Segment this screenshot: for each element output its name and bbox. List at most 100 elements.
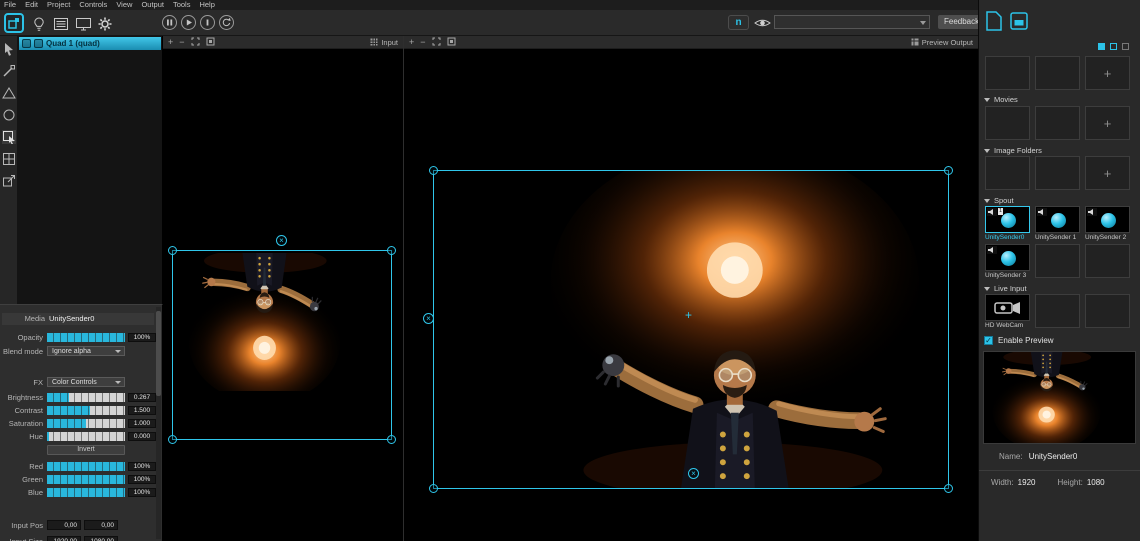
red-slider[interactable]	[47, 462, 125, 471]
green-value[interactable]: 100%	[128, 475, 156, 484]
list-view-toggle[interactable]	[1110, 43, 1117, 50]
play-button[interactable]	[181, 15, 196, 30]
preset-dropdown[interactable]	[774, 15, 930, 29]
select-tool-icon[interactable]	[2, 42, 16, 56]
quad-handle-top-right[interactable]	[387, 246, 396, 255]
layer-visibility-icon[interactable]	[22, 39, 31, 48]
menu-tools[interactable]: Tools	[173, 0, 200, 10]
blue-value[interactable]: 100%	[128, 488, 156, 497]
menu-edit[interactable]: Edit	[25, 0, 47, 10]
menu-help[interactable]: Help	[199, 0, 223, 10]
pen-tool-icon[interactable]	[2, 64, 16, 78]
detail-view-toggle[interactable]	[1122, 43, 1129, 50]
quad-edge-handle-icon[interactable]: ×	[688, 468, 699, 479]
media-slot[interactable]	[985, 56, 1030, 90]
export-tool-icon[interactable]	[2, 174, 16, 188]
hue-value[interactable]: 0.000	[128, 432, 156, 441]
media-tab-icon[interactable]	[986, 11, 1002, 36]
grid-view-toggle[interactable]	[1098, 43, 1105, 50]
input-selection-quad[interactable]: ×	[172, 250, 392, 440]
media-slot[interactable]	[1085, 244, 1130, 278]
pause-button[interactable]	[162, 15, 177, 30]
media-slot[interactable]	[985, 106, 1030, 140]
triangle-tool-icon[interactable]	[2, 86, 16, 100]
saturation-value[interactable]: 1.000	[128, 419, 156, 428]
blue-slider[interactable]	[47, 488, 125, 497]
layer-item-quad1[interactable]: Quad 1 (quad)	[19, 37, 161, 50]
stop-button[interactable]	[200, 15, 215, 30]
display-icon[interactable]	[75, 17, 91, 31]
quad-handle-top-left[interactable]	[429, 166, 438, 175]
ndi-button[interactable]: n	[728, 15, 749, 30]
section-spout[interactable]: Spout	[979, 196, 1140, 205]
menu-output[interactable]: Output	[141, 0, 173, 10]
media-slot[interactable]	[1035, 106, 1080, 140]
properties-scrollbar[interactable]	[156, 307, 161, 539]
zoom-out-button[interactable]: −	[420, 36, 425, 48]
media-slot[interactable]	[985, 156, 1030, 190]
brightness-slider[interactable]	[47, 393, 125, 402]
saturation-slider[interactable]	[47, 419, 125, 428]
section-live-input[interactable]: Live Input	[979, 284, 1140, 293]
media-slot[interactable]	[1035, 156, 1080, 190]
quad-handle-bottom-left[interactable]	[429, 484, 438, 493]
section-movies[interactable]: Movies	[979, 95, 1140, 104]
zoom-in-button[interactable]: +	[409, 36, 414, 48]
quad-handle-bottom-right[interactable]	[944, 484, 953, 493]
scrollbar-thumb[interactable]	[156, 311, 161, 396]
quad-handle-top-right[interactable]	[944, 166, 953, 175]
layer-list-icon[interactable]	[53, 17, 69, 31]
spout-item-unitysender0[interactable]: 1 UnitySender0	[985, 206, 1030, 241]
circle-tool-icon[interactable]	[2, 108, 16, 122]
output-canvas[interactable]: × × +	[404, 49, 978, 541]
media-slot[interactable]	[1035, 294, 1080, 328]
quad-handle-top-left[interactable]	[168, 246, 177, 255]
add-movie-button[interactable]: +	[1085, 106, 1130, 140]
contrast-value[interactable]: 1.500	[128, 406, 156, 415]
output-quad[interactable]: × × +	[433, 170, 949, 489]
input-pos-y-field[interactable]: 0,00	[84, 520, 118, 530]
quad-close-handle-icon[interactable]: ×	[276, 235, 287, 246]
mesh-tool-icon[interactable]	[2, 152, 16, 166]
zoom-out-button[interactable]: −	[179, 36, 184, 48]
library-tab-icon[interactable]	[1010, 12, 1028, 35]
menu-project[interactable]: Project	[47, 0, 79, 10]
input-pos-x-field[interactable]: 0,00	[47, 520, 81, 530]
media-slot[interactable]	[1035, 244, 1080, 278]
layer-lock-icon[interactable]	[34, 39, 43, 48]
brightness-value[interactable]: 0.267	[128, 393, 156, 402]
zoom-in-button[interactable]: +	[168, 36, 173, 48]
spout-item-unitysender1[interactable]: UnitySender 1	[1035, 206, 1080, 241]
spout-item-unitysender2[interactable]: UnitySender 2	[1085, 206, 1130, 241]
spout-item-unitysender3[interactable]: UnitySender 3	[985, 244, 1030, 279]
quad-handle-bottom-right[interactable]	[387, 435, 396, 444]
add-image-folder-button[interactable]: +	[1085, 156, 1130, 190]
red-value[interactable]: 100%	[128, 462, 156, 471]
green-slider[interactable]	[47, 475, 125, 484]
quad-edge-handle-icon[interactable]: ×	[423, 313, 434, 324]
blend-mode-dropdown[interactable]: Ignore alpha	[47, 346, 125, 356]
add-media-button[interactable]: +	[1085, 56, 1130, 90]
enable-preview-checkbox[interactable]: ✓	[984, 336, 993, 345]
gear-icon[interactable]	[97, 16, 113, 31]
eye-icon[interactable]	[754, 17, 771, 29]
section-image-folders[interactable]: Image Folders	[979, 146, 1140, 155]
menu-controls[interactable]: Controls	[79, 0, 116, 10]
quad-center-crosshair-icon[interactable]: +	[685, 309, 692, 321]
contrast-slider[interactable]	[47, 406, 125, 415]
fx-dropdown[interactable]: Color Controls	[47, 377, 125, 387]
media-slot[interactable]	[1085, 294, 1130, 328]
invert-button[interactable]: Invert	[47, 445, 125, 455]
input-size-x-field[interactable]: 1920,00	[47, 536, 81, 541]
opacity-slider[interactable]	[47, 333, 125, 342]
media-slot[interactable]	[1035, 56, 1080, 90]
menu-file[interactable]: File	[4, 0, 25, 10]
opacity-value[interactable]: 100%	[128, 333, 156, 342]
input-size-y-field[interactable]: 1080,00	[84, 536, 118, 541]
hue-slider[interactable]	[47, 432, 125, 441]
quad-tool-icon[interactable]	[2, 130, 16, 144]
live-input-webcam[interactable]: HD WebCam	[985, 294, 1030, 329]
quad-handle-bottom-left[interactable]	[168, 435, 177, 444]
loop-button[interactable]	[219, 15, 234, 30]
input-canvas[interactable]: ×	[163, 49, 403, 541]
